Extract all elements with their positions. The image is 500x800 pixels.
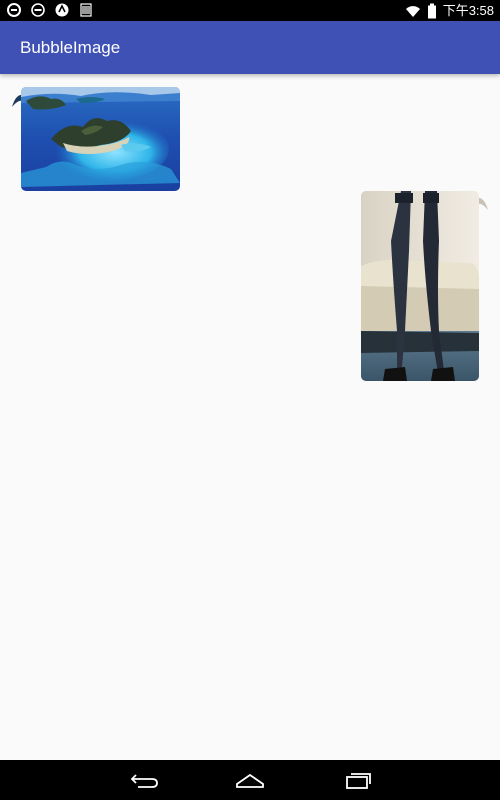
wifi-icon: [405, 3, 421, 19]
back-icon: [130, 774, 158, 788]
recents-button[interactable]: [340, 768, 376, 792]
legs-stockings-photo: [361, 191, 479, 381]
back-button[interactable]: [126, 768, 162, 792]
navigation-bar: [0, 760, 500, 800]
status-time: 下午3:58: [442, 3, 494, 18]
image-bubble-left[interactable]: [21, 87, 180, 191]
home-button[interactable]: [232, 768, 268, 792]
island-aerial-photo: [21, 87, 180, 191]
message-list: [0, 74, 500, 760]
home-icon: [236, 773, 264, 788]
app-title: BubbleImage: [20, 38, 121, 57]
image-bubble-right[interactable]: [361, 191, 479, 381]
dnd-icon: [30, 2, 46, 18]
sim-icon: [78, 2, 94, 18]
status-bar: 下午3:58: [0, 0, 500, 21]
sync-icon: [6, 2, 22, 18]
vpn-icon: [54, 2, 70, 18]
recents-icon: [346, 773, 371, 789]
battery-icon: [427, 3, 437, 19]
app-bar: BubbleImage: [0, 21, 500, 74]
